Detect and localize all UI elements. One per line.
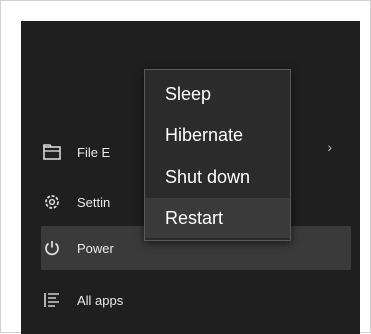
start-item-label: All apps	[77, 292, 124, 308]
chevron-right-icon: ›	[327, 139, 332, 155]
menu-item-sleep[interactable]: Sleep	[145, 74, 290, 114]
menu-item-restart[interactable]: Restart	[145, 198, 290, 238]
menu-item-hibernate[interactable]: Hibernate	[145, 115, 290, 155]
power-options-menu: Sleep Hibernate Shut down Restart	[144, 69, 291, 241]
file-explorer-icon	[41, 141, 63, 163]
start-menu-panel: File E › Settin Power All apps Sleep Hib…	[21, 21, 360, 334]
start-item-label: Power	[77, 240, 114, 256]
menu-item-shut-down[interactable]: Shut down	[145, 157, 290, 197]
start-item-label: File E	[77, 144, 111, 160]
start-item-all-apps[interactable]: All apps	[21, 278, 360, 322]
start-item-label: Settin	[77, 194, 111, 210]
gear-icon	[41, 191, 63, 213]
screenshot-frame: File E › Settin Power All apps Sleep Hib…	[0, 0, 371, 334]
list-icon	[41, 289, 63, 311]
power-icon	[41, 237, 63, 259]
